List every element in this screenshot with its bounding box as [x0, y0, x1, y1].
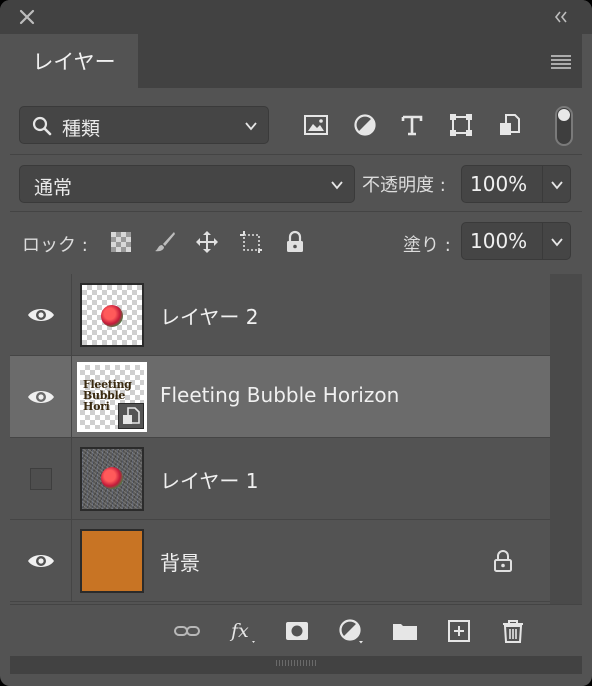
smart-object-filter-icon[interactable]	[497, 112, 523, 138]
blend-mode-select[interactable]: 通常	[19, 165, 355, 203]
layer-row-selected[interactable]: Fleeting Bubble Hori Fleeting Bubble Horiz…	[10, 356, 550, 438]
layer-thumbnail[interactable]	[80, 283, 144, 347]
image-filter-icon[interactable]	[303, 112, 329, 138]
opacity-value[interactable]: 100%	[470, 172, 527, 196]
visibility-column[interactable]	[10, 274, 72, 356]
lock-all-icon[interactable]	[283, 230, 307, 254]
window-titlebar	[0, 0, 592, 34]
layers-list: レイヤー 2 Fleeting Bubble Hori Fleeting Bub…	[10, 274, 582, 604]
layer-name[interactable]: レイヤー 2	[160, 301, 258, 330]
visibility-column[interactable]	[10, 520, 72, 602]
eye-icon[interactable]	[26, 387, 56, 407]
layer-style-fx-icon[interactable]: fx	[229, 617, 257, 645]
filter-kind-select[interactable]: 種類	[19, 106, 269, 144]
tab-layers-label: レイヤー	[32, 50, 116, 74]
smart-object-badge	[118, 403, 144, 429]
link-layers-icon[interactable]	[173, 617, 201, 645]
chevron-down-icon	[245, 122, 257, 131]
layer-thumbnail[interactable]	[80, 447, 144, 511]
type-filter-icon[interactable]	[399, 112, 425, 138]
panel-footer: fx	[10, 604, 582, 656]
visibility-column[interactable]	[10, 356, 72, 438]
tab-layers[interactable]: レイヤー	[10, 34, 138, 88]
grip-lines	[276, 660, 316, 666]
add-mask-icon[interactable]	[283, 617, 311, 645]
panel-tabbar: レイヤー	[10, 34, 582, 88]
lock-transparent-pixels-icon[interactable]	[109, 230, 133, 254]
filter-row: 種類	[10, 88, 582, 154]
layer-row[interactable]: レイヤー 1	[10, 438, 550, 520]
delete-trash-icon[interactable]	[499, 617, 527, 645]
double-chevron-left-icon[interactable]	[552, 9, 570, 25]
layers-window: レイヤー 種類 通常 不透明度: 100% ロック: 塗り: 100% レ…	[0, 0, 592, 686]
filter-kind-label: 種類	[62, 118, 101, 140]
visibility-column[interactable]	[10, 438, 72, 520]
lock-image-pixels-icon[interactable]	[153, 230, 177, 254]
ball-graphic	[101, 305, 123, 327]
shape-filter-icon[interactable]	[448, 112, 474, 138]
eye-icon[interactable]	[26, 305, 56, 325]
field-divider	[542, 223, 543, 259]
chevron-down-icon[interactable]	[550, 235, 564, 249]
layer-thumbnail[interactable]: Fleeting Bubble Hori	[77, 362, 147, 432]
search-icon	[32, 116, 52, 136]
fill-value[interactable]: 100%	[470, 229, 527, 253]
new-group-folder-icon[interactable]	[391, 617, 419, 645]
filter-toggle-switch[interactable]	[555, 106, 573, 146]
layer-row[interactable]: レイヤー 2	[10, 274, 550, 356]
new-layer-icon[interactable]	[445, 617, 473, 645]
visibility-toggle-off[interactable]	[30, 468, 52, 490]
blend-mode-label: 通常	[34, 177, 73, 199]
fill-label: 塗り :	[403, 235, 451, 256]
scrollbar-track[interactable]	[550, 274, 582, 604]
fill-field[interactable]: 100%	[461, 222, 571, 260]
hamburger-menu-icon[interactable]	[550, 52, 572, 70]
layer-name[interactable]: 背景	[160, 547, 200, 576]
layer-row[interactable]: 背景	[10, 520, 550, 602]
eye-icon[interactable]	[26, 551, 56, 571]
layers-panel: レイヤー 種類 通常 不透明度: 100% ロック: 塗り: 100% レ…	[10, 34, 582, 674]
adjustment-layer-icon[interactable]	[337, 617, 365, 645]
lock-label: ロック :	[22, 235, 88, 256]
opacity-label: 不透明度 :	[362, 175, 446, 196]
adjustment-filter-icon[interactable]	[352, 112, 378, 138]
layer-name[interactable]: レイヤー 1	[160, 465, 258, 494]
lock-artboard-icon[interactable]	[239, 230, 263, 254]
resize-grip[interactable]	[10, 656, 582, 674]
layer-name[interactable]: Fleeting Bubble Horizon	[160, 383, 399, 407]
lock-icon[interactable]	[492, 549, 514, 573]
blend-row: 通常 不透明度 : 100%	[10, 155, 582, 211]
svg-text:fx: fx	[229, 620, 249, 642]
close-icon[interactable]	[18, 8, 36, 26]
toggle-knob	[558, 109, 570, 121]
lock-position-icon[interactable]	[195, 230, 219, 254]
ball-graphic	[101, 467, 123, 489]
smart-object-icon	[123, 407, 140, 424]
lock-row: ロック : 塗り: 100%	[10, 212, 582, 274]
chevron-down-icon[interactable]	[550, 178, 564, 192]
opacity-field[interactable]: 100%	[461, 165, 571, 203]
chevron-down-icon	[331, 181, 343, 190]
field-divider	[542, 166, 543, 202]
layer-thumbnail[interactable]	[80, 529, 144, 593]
